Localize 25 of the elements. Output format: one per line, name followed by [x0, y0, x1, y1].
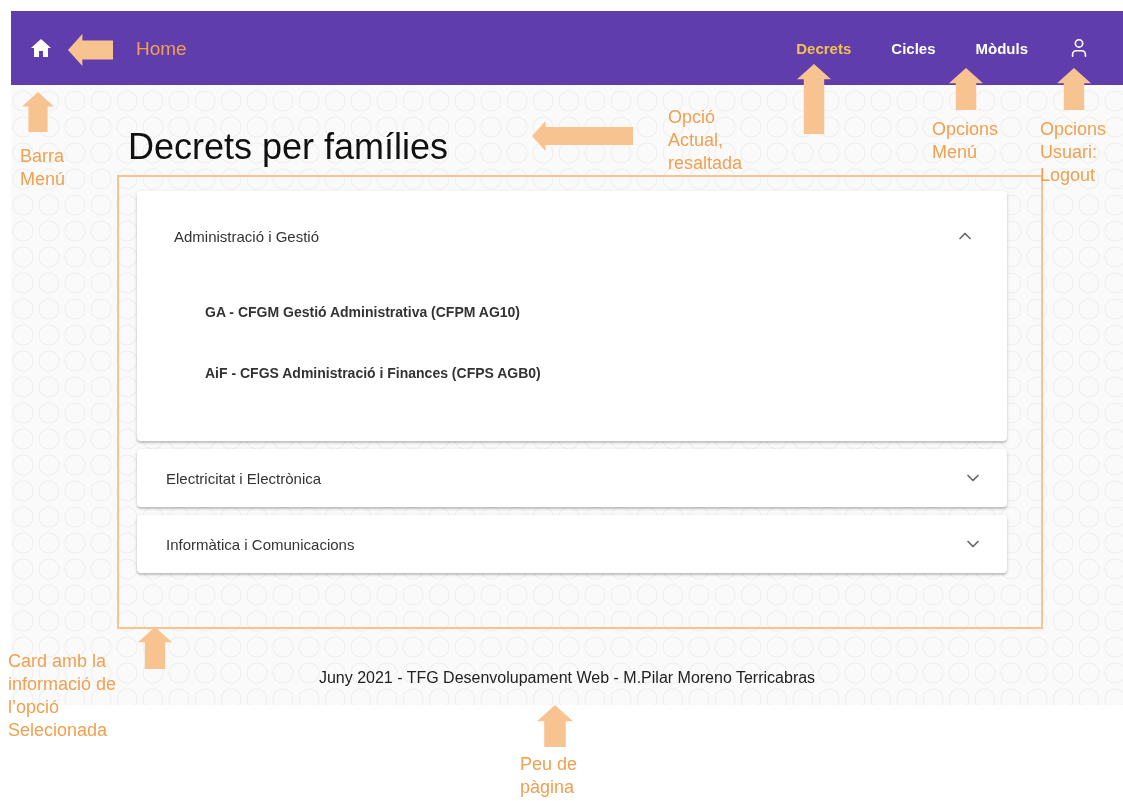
arrow-icon	[537, 705, 573, 747]
accordion-header[interactable]: Informàtica i Comunicacions	[137, 515, 1007, 573]
annotation-text: Opcions Menú	[932, 118, 999, 164]
decree-item[interactable]: GA - CFGM Gestió Administrativa (CFPM AG10)	[205, 281, 1007, 342]
page-title: Decrets per famílies	[128, 125, 449, 169]
menu-link[interactable]: Cicles	[891, 35, 936, 61]
accordion-header[interactable]: Administració i Gestió	[137, 191, 1007, 281]
annotation-text: Card amb la informació de l’opció Selecionada	[8, 650, 117, 742]
arrow-icon	[22, 92, 54, 132]
annotation-text: Barra Menú	[20, 145, 66, 191]
arrow-icon	[68, 34, 113, 66]
arrow-icon	[797, 64, 831, 134]
decree-item[interactable]: AiF - CFGS Administració i Finances (CFPS AGB0)	[205, 342, 1007, 403]
annotation-text: Opció Actual, resaltada	[668, 106, 743, 175]
footer-text: Juny 2021 - TFG Desenvolupament Web - M.Pilar Moreno Terricabras	[318, 669, 816, 687]
menu-link[interactable]: Decrets	[796, 35, 852, 61]
arrow-icon	[1057, 68, 1091, 110]
annotation-text: Peu de pàgina	[520, 753, 578, 799]
accordion-header[interactable]: Electricitat i Electrònica	[137, 449, 1007, 507]
menu-link[interactable]: Mòduls	[975, 35, 1028, 61]
annotation-text: Home	[136, 37, 187, 60]
home-button[interactable]	[30, 38, 52, 58]
arrow-icon	[949, 68, 983, 110]
arrow-icon	[532, 121, 633, 151]
annotation-text: Opcions Usuari: Logout	[1040, 118, 1107, 187]
